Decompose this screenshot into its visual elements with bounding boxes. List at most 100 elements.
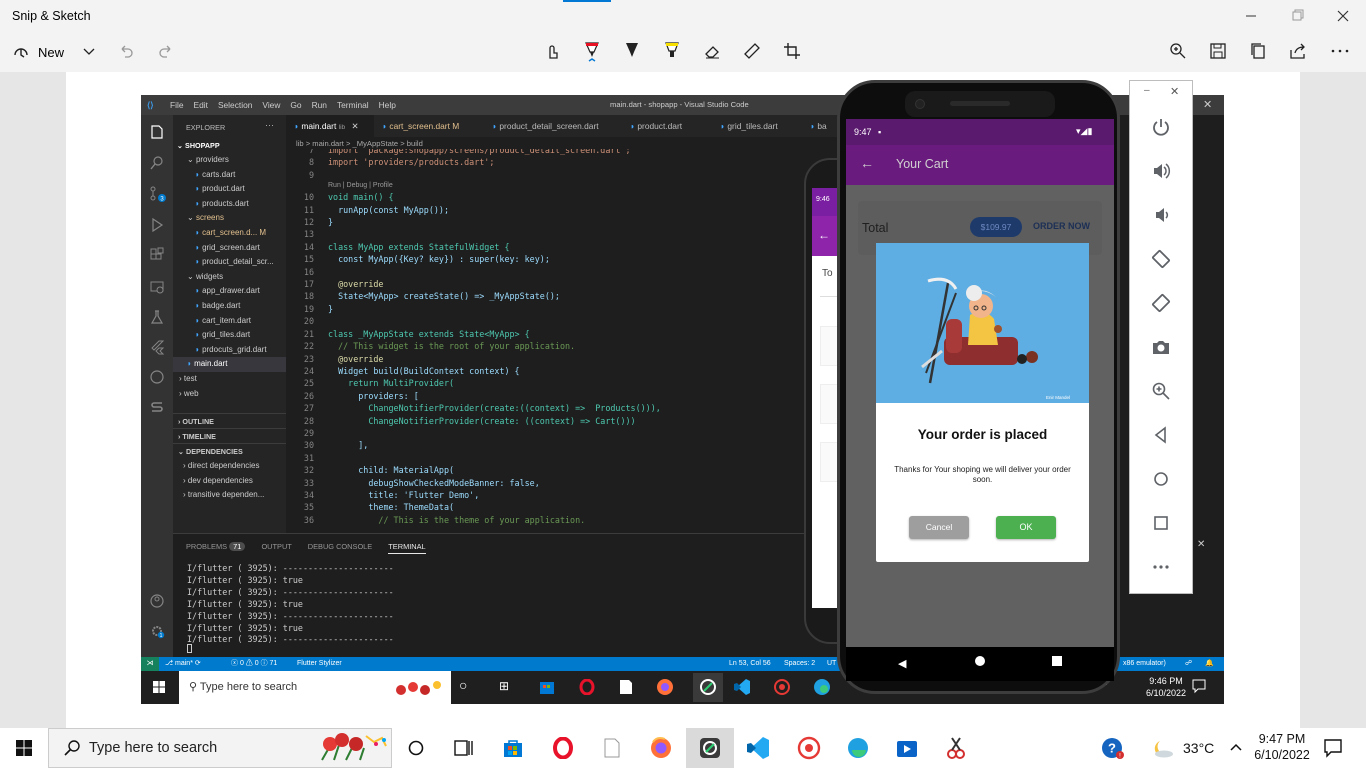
menu-item[interactable]: View xyxy=(262,100,280,110)
menu-item[interactable]: Selection xyxy=(218,100,252,110)
vscode-close-icon[interactable]: ✕ xyxy=(1203,95,1212,115)
tree-file[interactable]: ◗ product.dart xyxy=(173,182,286,197)
tree-file[interactable]: ◗ app_drawer.dart xyxy=(173,284,286,299)
tree-file[interactable]: ◗ badge.dart xyxy=(173,299,286,314)
problems-status[interactable]: ⓧ 0 ⚠ 0 ⓘ 71 xyxy=(231,657,277,671)
tree-folder[interactable]: ⌄ providers xyxy=(173,153,286,168)
task-view-icon[interactable]: ○ xyxy=(459,677,467,693)
cancel-button[interactable]: Cancel xyxy=(909,516,969,539)
code-editor[interactable]: 7 import 'package:shopapp/screens/product… xyxy=(286,149,796,533)
tree-file[interactable]: ◗ grid_screen.dart xyxy=(173,241,286,256)
rotate-left-icon[interactable] xyxy=(1130,244,1192,274)
dependency-item[interactable]: › dev dependencies xyxy=(183,474,264,489)
flutter-icon[interactable] xyxy=(149,339,165,355)
nav-home-icon[interactable] xyxy=(975,656,985,666)
tab-terminal[interactable]: TERMINAL xyxy=(388,542,426,554)
chevron-down-icon[interactable] xyxy=(82,44,96,58)
snipping-tool-icon[interactable] xyxy=(932,728,980,768)
search-icon[interactable] xyxy=(149,155,165,171)
ok-button[interactable]: OK xyxy=(996,516,1056,539)
temperature[interactable]: 33°C xyxy=(1183,740,1214,756)
tree-file[interactable]: ◗ main.dart xyxy=(173,357,286,372)
system-clock[interactable]: 9:47 PM 6/10/2022 xyxy=(1254,731,1310,763)
minimize-button[interactable] xyxy=(1241,8,1261,24)
device-status[interactable]: x86 emulator) xyxy=(1123,657,1166,671)
order-now-button[interactable]: ORDER NOW xyxy=(1033,221,1090,231)
back-icon[interactable] xyxy=(1130,420,1192,450)
menu-item[interactable]: Go xyxy=(290,100,301,110)
close-button[interactable] xyxy=(1333,8,1353,24)
save-icon[interactable] xyxy=(1209,42,1227,60)
firefox-icon[interactable] xyxy=(656,678,674,696)
tree-file[interactable]: ◗ product_detail_scr... xyxy=(173,255,286,270)
testing-icon[interactable] xyxy=(149,309,165,325)
tab-product-detail[interactable]: ◗ product_detail_screen.dart xyxy=(484,115,622,137)
start-icon[interactable] xyxy=(153,681,165,693)
copy-icon[interactable] xyxy=(1249,42,1267,60)
menu-item[interactable]: Help xyxy=(379,100,396,110)
firefox-icon[interactable] xyxy=(637,728,685,768)
redo-icon[interactable] xyxy=(158,43,174,59)
extensions-icon[interactable] xyxy=(149,247,165,263)
help-icon[interactable]: ?! xyxy=(1100,737,1126,761)
new-button[interactable]: New xyxy=(12,42,92,62)
feedback-icon[interactable]: ☍ xyxy=(1185,657,1192,671)
notepad-icon[interactable] xyxy=(619,679,633,695)
media-player-icon[interactable] xyxy=(883,728,931,768)
explorer-more-icon[interactable]: ··· xyxy=(265,120,274,130)
back-arrow-icon[interactable]: ← xyxy=(860,155,874,171)
project-folder[interactable]: ⌄ SHOPAPP xyxy=(177,141,220,150)
widgets-icon[interactable] xyxy=(440,728,488,768)
more-options-icon[interactable] xyxy=(1329,42,1351,60)
extended-controls-icon[interactable] xyxy=(1130,552,1192,582)
power-icon[interactable] xyxy=(1130,112,1192,142)
rotate-right-icon[interactable] xyxy=(1130,288,1192,318)
outline-section[interactable]: › OUTLINE xyxy=(173,413,286,429)
remote-icon[interactable]: ⋊ xyxy=(141,657,159,671)
inner-clock[interactable]: 9:46 PM 6/10/2022 xyxy=(1146,675,1186,699)
terminal-output[interactable]: I/flutter ( 3925): ---------------------… xyxy=(187,563,394,646)
emulator-close-icon[interactable]: ✕ xyxy=(1170,85,1179,98)
nav-back-icon[interactable]: ◀ xyxy=(898,657,906,670)
tab-grid-tiles[interactable]: ◗ grid_tiles.dart xyxy=(712,115,802,137)
encoding-status[interactable]: UT xyxy=(827,657,836,671)
menu-item[interactable]: Edit xyxy=(194,100,208,110)
share-icon[interactable] xyxy=(1289,42,1307,60)
volume-down-icon[interactable] xyxy=(1130,200,1192,230)
highlighter-icon[interactable] xyxy=(663,41,681,59)
tree-file[interactable]: ◗ cart_item.dart xyxy=(173,314,286,329)
start-button[interactable] xyxy=(0,728,48,768)
store-icon[interactable] xyxy=(539,679,555,695)
crop-icon[interactable] xyxy=(783,42,801,60)
accounts-icon[interactable] xyxy=(149,593,165,609)
tree-file[interactable]: ◗ products.dart xyxy=(173,197,286,212)
edge-icon[interactable] xyxy=(834,728,882,768)
ballpoint-pen-icon[interactable] xyxy=(583,41,601,63)
tab-overflow[interactable]: ◗ ba xyxy=(802,115,842,137)
screenshot-camera-icon[interactable] xyxy=(1130,332,1192,362)
stylizer-status[interactable]: Flutter Stylizer xyxy=(297,657,342,671)
tree-file[interactable]: ◗ grid_tiles.dart xyxy=(173,328,286,343)
touch-writing-icon[interactable] xyxy=(543,42,561,60)
dependencies-section[interactable]: ⌄ DEPENDENCIES xyxy=(173,443,286,459)
vscode-taskbar-icon[interactable] xyxy=(733,678,751,696)
restore-button[interactable] xyxy=(1287,8,1307,24)
undo-icon[interactable] xyxy=(118,43,134,59)
tree-folder[interactable]: ⌄ screens xyxy=(173,211,286,226)
tree-file[interactable]: ◗ cart_screen.d... M xyxy=(173,226,286,241)
zoom-in-icon[interactable] xyxy=(1169,42,1187,60)
tab-main-dart[interactable]: ◗ main.dart lib ✕ xyxy=(286,115,374,137)
widgets-icon[interactable]: ⊞ xyxy=(499,679,509,693)
panel-close-icon[interactable]: ✕ xyxy=(1197,539,1205,550)
menu-item[interactable]: Run xyxy=(312,100,327,110)
screen-recorder-icon[interactable] xyxy=(785,728,833,768)
tab-cart-screen[interactable]: ◗ cart_screen.dart M xyxy=(374,115,484,137)
tab-debug-console[interactable]: DEBUG CONSOLE xyxy=(308,542,372,551)
edge-icon[interactable] xyxy=(813,678,831,696)
tab-close-icon[interactable]: ✕ xyxy=(351,121,358,131)
volume-up-icon[interactable] xyxy=(1130,156,1192,186)
github-icon[interactable] xyxy=(149,369,165,385)
vscode-taskbar-icon[interactable] xyxy=(734,728,782,768)
home-icon[interactable] xyxy=(1130,464,1192,494)
tree-file[interactable]: ◗ carts.dart xyxy=(173,168,286,183)
